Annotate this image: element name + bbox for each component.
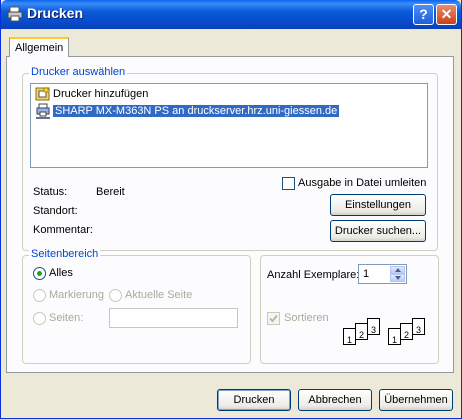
location-label: Standort: (33, 205, 78, 217)
printer-list[interactable]: Drucker hinzufügen SHARP MX-M363N PS an … (30, 83, 428, 168)
tab-allgemein[interactable]: Allgemein (9, 37, 70, 57)
window-title: Drucken (27, 5, 84, 21)
sharp-printer-label: SHARP MX-M363N PS an druckserver.hrz.uni… (53, 105, 340, 117)
selection-label: Markierung (49, 289, 105, 301)
apply-button[interactable]: Übernehmen (379, 389, 453, 411)
pages-label: Seiten: (49, 312, 84, 324)
settings-button[interactable]: Einstellungen (330, 194, 426, 216)
page-2: 2 (400, 323, 413, 340)
radio-selected-dot (37, 271, 42, 276)
find-printer-button[interactable]: Drucker suchen... (330, 220, 426, 242)
status-value: Bereit (96, 186, 125, 198)
copies-label: Anzahl Exemplare: (267, 269, 360, 281)
add-printer-icon (35, 86, 50, 101)
checkmark-icon (269, 314, 278, 323)
close-button[interactable]: ✕ (436, 4, 457, 25)
page-range-legend: Seitenbereich (29, 248, 101, 260)
add-printer-label: Drucker hinzufügen (53, 88, 149, 100)
all-pages-radio[interactable] (33, 267, 46, 280)
page-1: 1 (388, 328, 401, 345)
spin-up-button[interactable] (390, 266, 405, 274)
all-pages-label: Alles (49, 267, 73, 279)
collate-label: Sortieren (284, 312, 329, 324)
spin-down-button[interactable] (390, 274, 405, 282)
print-to-file-checkbox[interactable] (282, 177, 295, 190)
tab-strip: Allgemein (1, 29, 461, 57)
copies-value: 1 (363, 268, 370, 280)
collated-pages-icon: 3 2 1 (343, 318, 383, 348)
current-page-radio[interactable] (109, 289, 122, 302)
list-item-add-printer[interactable]: Drucker hinzufügen (33, 86, 148, 102)
copies-spinner[interactable]: 1 (358, 264, 407, 284)
print-button[interactable]: Drucken (217, 389, 291, 411)
print-dialog: Drucken ? ✕ Allgemein Drucker auswählen … (0, 0, 462, 419)
current-page-label: Aktuelle Seite (125, 289, 193, 301)
close-icon: ✕ (440, 6, 453, 22)
comment-label: Kommentar: (33, 224, 93, 236)
printer-select-legend: Drucker auswählen (29, 66, 128, 78)
uncollated-pages-icon: 3 2 1 (388, 318, 428, 348)
selection-radio[interactable] (33, 289, 46, 302)
status-label: Status: (33, 186, 68, 198)
page-2: 2 (355, 323, 368, 340)
pages-input[interactable] (109, 308, 238, 328)
pages-radio[interactable] (33, 312, 46, 325)
cancel-button[interactable]: Abbrechen (298, 389, 372, 411)
collate-checkbox[interactable] (267, 312, 280, 325)
page-1: 1 (343, 328, 356, 345)
printer-icon (7, 6, 23, 22)
list-item-sharp-printer[interactable]: SHARP MX-M363N PS an druckserver.hrz.uni… (33, 103, 340, 119)
help-icon: ? (419, 6, 428, 22)
page-3: 3 (367, 318, 380, 335)
title-bar[interactable]: Drucken ? ✕ (1, 0, 461, 29)
arrow-up-icon (395, 268, 401, 272)
arrow-down-icon (395, 276, 401, 280)
help-button[interactable]: ? (413, 4, 434, 25)
network-printer-icon (36, 103, 50, 119)
print-to-file-label: Ausgabe in Datei umleiten (298, 177, 427, 189)
page-3: 3 (412, 318, 425, 335)
